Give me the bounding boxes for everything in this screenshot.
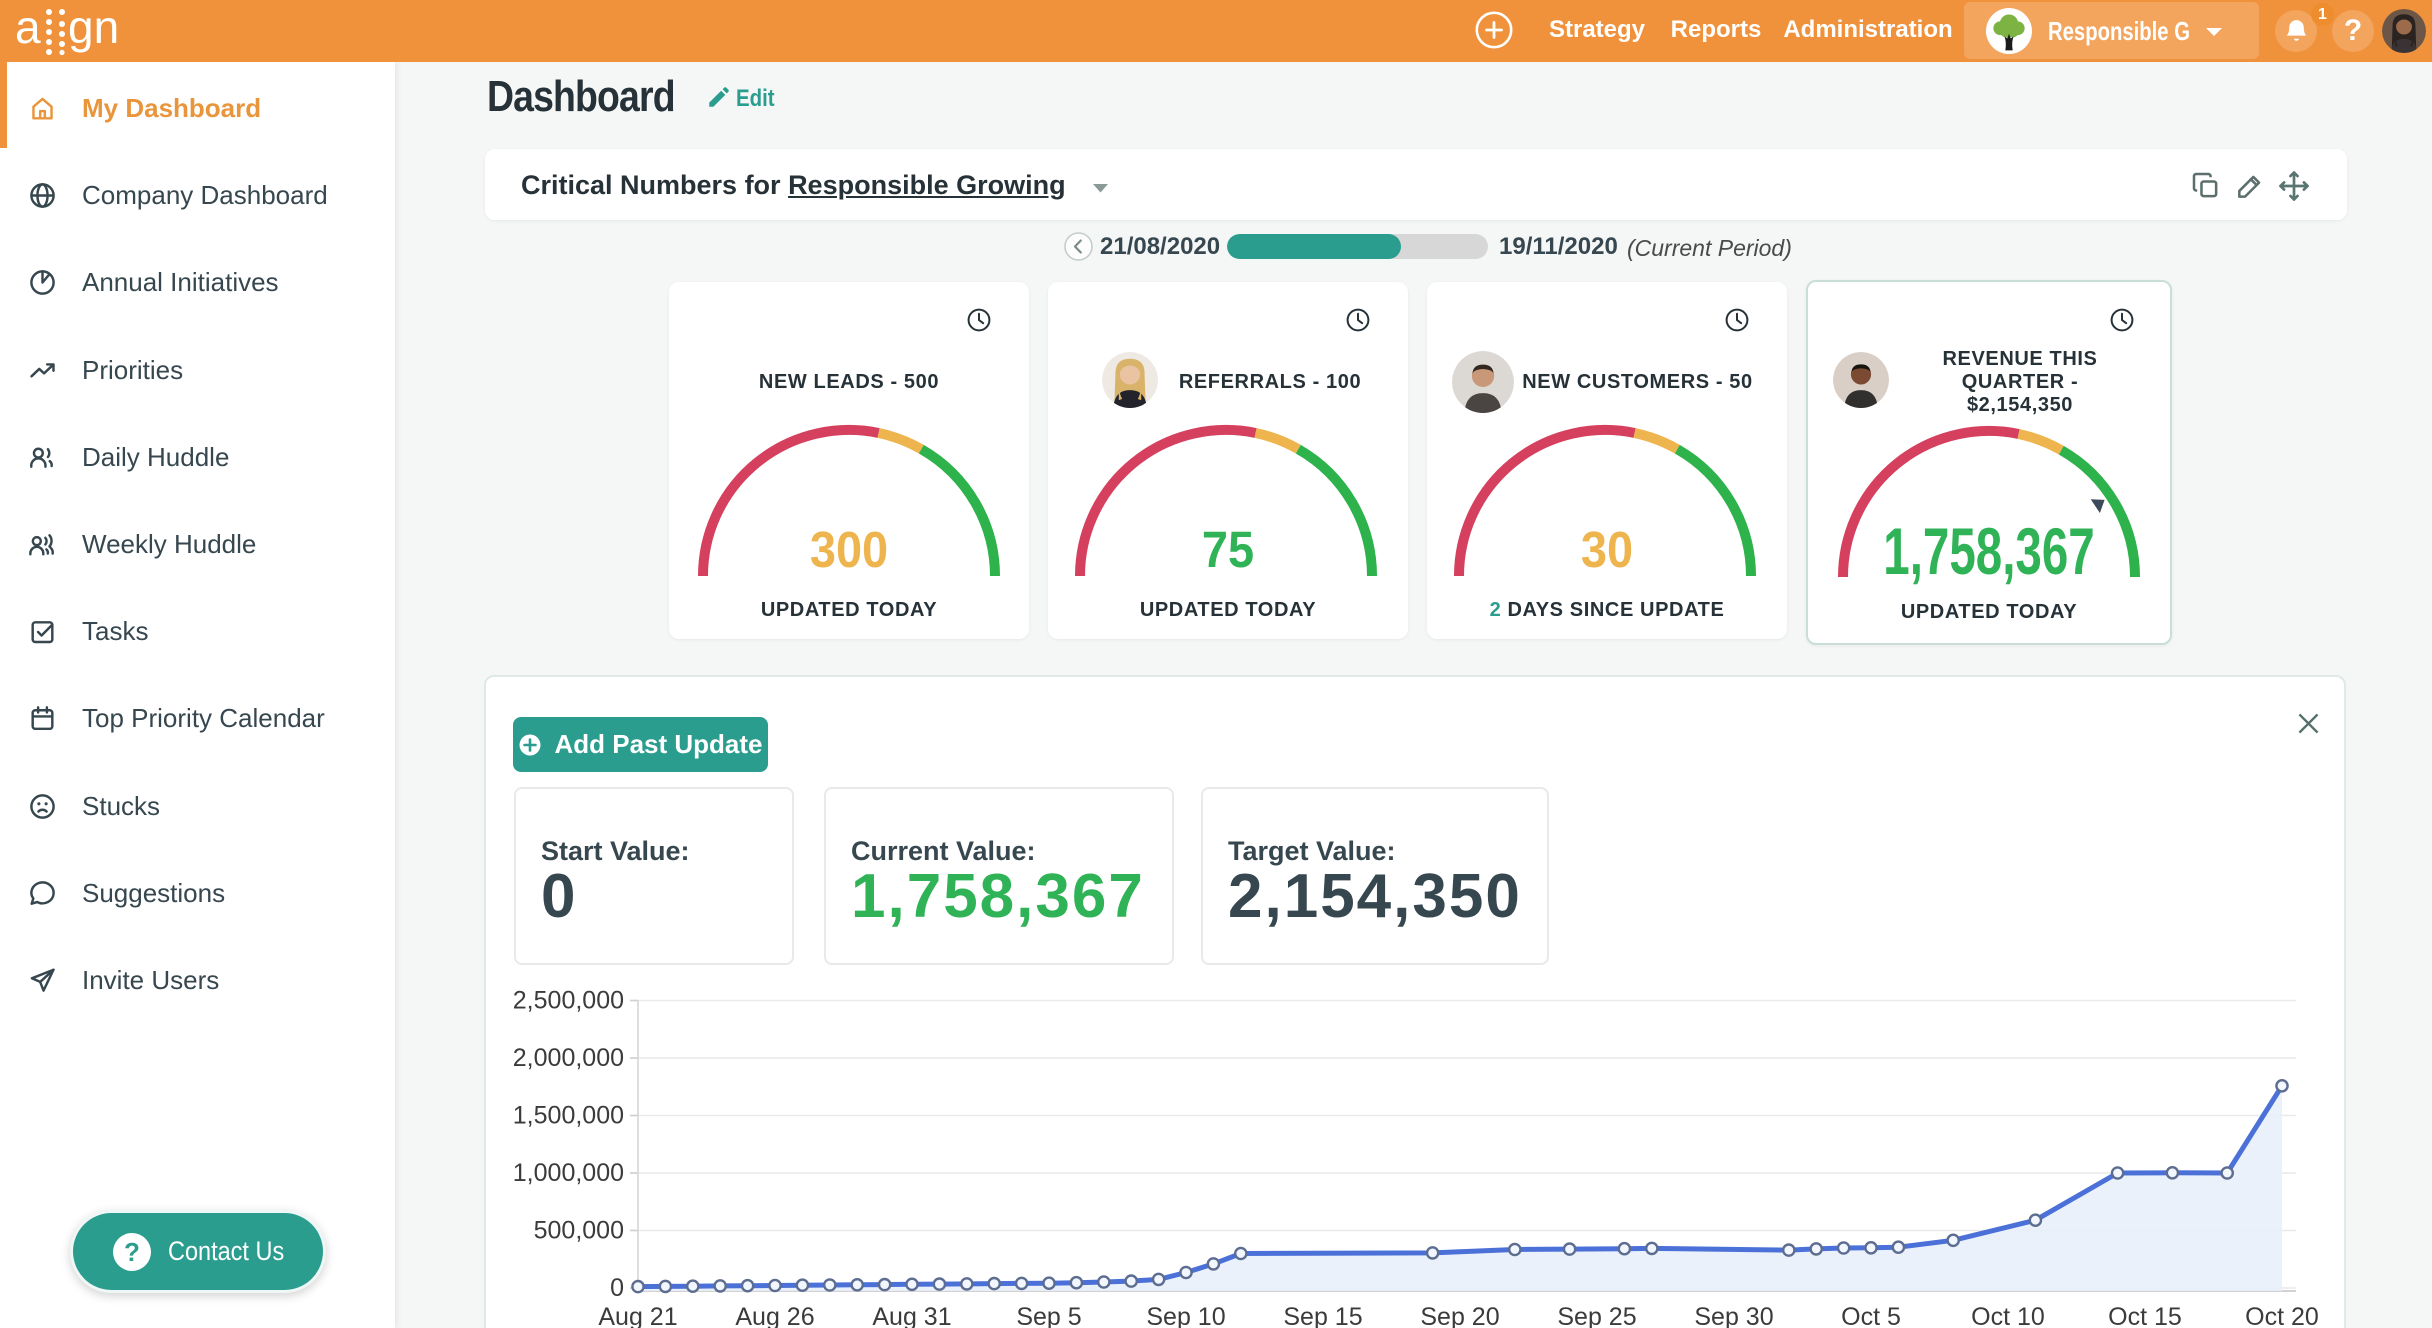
svg-text:Sep 25: Sep 25 [1557,1303,1636,1328]
svg-text:0: 0 [610,1274,624,1302]
svg-text:1,500,000: 1,500,000 [513,1102,624,1130]
svg-text:Sep 10: Sep 10 [1146,1303,1225,1328]
svg-text:2,500,000: 2,500,000 [513,987,624,1015]
svg-text:2,000,000: 2,000,000 [513,1044,624,1072]
svg-text:1,000,000: 1,000,000 [513,1159,624,1187]
svg-text:Aug 26: Aug 26 [735,1303,814,1328]
svg-text:500,000: 500,000 [534,1217,624,1245]
svg-text:Aug 21: Aug 21 [598,1303,677,1328]
svg-text:Oct 5: Oct 5 [1841,1303,1901,1328]
svg-text:Sep 15: Sep 15 [1283,1303,1362,1328]
svg-text:Sep 20: Sep 20 [1420,1303,1499,1328]
svg-text:Aug 31: Aug 31 [872,1303,951,1328]
svg-text:Sep 30: Sep 30 [1694,1303,1773,1328]
svg-text:Oct 10: Oct 10 [1971,1303,2045,1328]
svg-text:Oct 15: Oct 15 [2108,1303,2182,1328]
svg-text:Oct 20: Oct 20 [2245,1303,2319,1328]
svg-text:Sep 5: Sep 5 [1016,1303,1081,1328]
